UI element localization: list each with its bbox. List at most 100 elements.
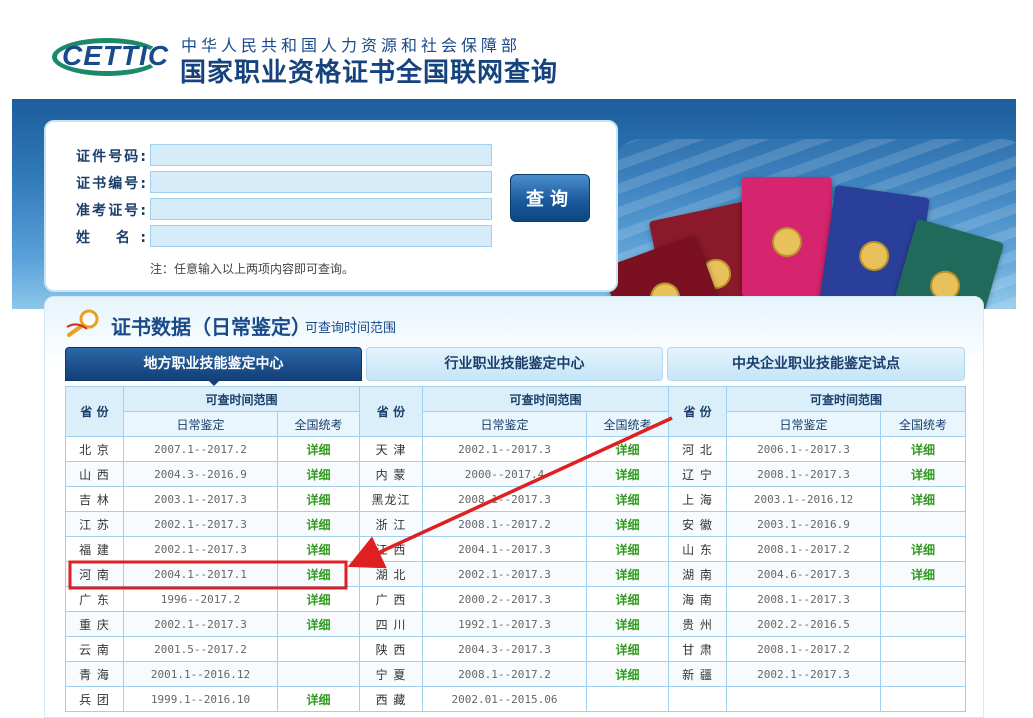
table-row: 江 苏 2002.1--2017.3 详细浙 江 2008.1--2017.2 详细安 …	[65, 511, 967, 537]
daily-range-cell: 2002.1--2017.3	[123, 536, 278, 562]
province-cell: 四 川	[359, 611, 424, 637]
daily-range-cell: 2008.1--2017.3	[726, 461, 882, 487]
detail-link[interactable]: 详细	[276, 686, 361, 712]
detail-link[interactable]: 详细	[880, 436, 967, 462]
detail-link[interactable]: 详细	[276, 511, 361, 537]
tab-central-enterprise[interactable]: 中央企业职业技能鉴定试点	[667, 347, 965, 381]
detail-link[interactable]: 详细	[880, 461, 967, 487]
site-header: CETTIC 中华人民共和国人力资源和社会保障部 国家职业资格证书全国联网查询	[0, 0, 1033, 100]
detail-link[interactable]: 详细	[276, 461, 361, 487]
province-cell: 甘 肃	[668, 636, 728, 662]
detail-link[interactable]: 详细	[586, 661, 670, 687]
daily-range-cell: 2002.1--2017.3	[123, 611, 278, 637]
daily-range-cell: 2002.1--2017.3	[422, 561, 588, 587]
national-exam-cell	[880, 661, 967, 687]
province-cell: 河 北	[668, 436, 728, 462]
national-header: 全国统考	[276, 411, 361, 437]
exam-number-input[interactable]	[150, 198, 492, 220]
province-cell	[668, 686, 728, 712]
daily-range-cell: 2008.1--2017.2	[726, 636, 882, 662]
query-button[interactable]: 查询	[510, 174, 590, 222]
daily-range-cell: 2008.1--2017.2	[422, 511, 588, 537]
detail-link[interactable]: 详细	[276, 561, 361, 587]
province-cell: 青 海	[65, 661, 124, 687]
name-input[interactable]	[150, 225, 492, 247]
daily-range-cell: 2008.1--2017.2	[422, 661, 588, 687]
province-cell: 内 蒙	[359, 461, 424, 487]
province-cell: 吉 林	[65, 486, 124, 512]
national-exam-cell	[586, 686, 670, 712]
detail-link[interactable]: 详细	[586, 486, 670, 512]
detail-link[interactable]: 详细	[586, 436, 670, 462]
name-row: 姓 名:	[76, 225, 496, 247]
province-cell: 北 京	[65, 436, 124, 462]
query-form: 证件号码: 证书编号: 准考证号: 姓 名: 查询 注：任意输入以上两项内容即可…	[44, 120, 618, 292]
detail-link[interactable]: 详细	[880, 486, 967, 512]
province-cell: 辽 宁	[668, 461, 728, 487]
daily-header: 日常鉴定	[726, 411, 882, 437]
national-exam-cell	[880, 611, 967, 637]
province-cell: 山 东	[668, 536, 728, 562]
emblem-icon	[856, 238, 891, 273]
detail-link[interactable]: 详细	[586, 636, 670, 662]
detail-link[interactable]: 详细	[276, 436, 361, 462]
province-cell: 湖 南	[668, 561, 728, 587]
detail-link[interactable]: 详细	[586, 586, 670, 612]
table-row: 兵 团 1999.1--2016.10 详细西 藏 2002.01--2015.06	[65, 686, 967, 712]
detail-link[interactable]: 详细	[880, 536, 967, 562]
province-header: 省 份	[65, 386, 124, 437]
detail-link[interactable]: 详细	[880, 561, 967, 587]
table-row: 福 建 2002.1--2017.3 详细江 西 2004.1--2017.3 详细山 …	[65, 536, 967, 562]
national-exam-cell	[880, 636, 967, 662]
province-cell: 天 津	[359, 436, 424, 462]
detail-link[interactable]: 详细	[276, 536, 361, 562]
cettic-logo[interactable]: CETTIC	[52, 36, 170, 80]
province-cell: 云 南	[65, 636, 124, 662]
daily-range-cell: 2006.1--2017.3	[726, 436, 882, 462]
daily-range-cell: 2007.1--2017.2	[123, 436, 278, 462]
province-cell: 湖 北	[359, 561, 424, 587]
detail-link[interactable]: 详细	[586, 536, 670, 562]
cert-number-input[interactable]	[150, 171, 492, 193]
daily-range-cell: 2003.1--2016.12	[726, 486, 882, 512]
certificate-data-panel: 证书数据（日常鉴定） 可查询时间范围 地方职业技能鉴定中心 行业职业技能鉴定中心…	[44, 296, 984, 718]
province-cell: 重 庆	[65, 611, 124, 637]
province-cell: 西 藏	[359, 686, 424, 712]
detail-link[interactable]: 详细	[276, 611, 361, 637]
table-row: 重 庆 2002.1--2017.3 详细四 川 1992.1--2017.3 详细贵 …	[65, 611, 967, 637]
daily-range-cell: 2000.2--2017.3	[422, 586, 588, 612]
daily-range-cell: 2002.1--2017.3	[123, 511, 278, 537]
province-cell: 黑龙江	[359, 486, 424, 512]
daily-range-cell: 2008.1--2017.2	[726, 536, 882, 562]
tab-local-center[interactable]: 地方职业技能鉴定中心	[65, 347, 362, 381]
table-header-row: 省 份 可查时间范围 省 份 可查时间范围 省 份 可查时间范围	[65, 386, 967, 437]
province-cell: 陕 西	[359, 636, 424, 662]
id-number-input[interactable]	[150, 144, 492, 166]
cert-number-row: 证书编号:	[76, 171, 496, 193]
daily-range-cell: 2001.5--2017.2	[123, 636, 278, 662]
detail-link[interactable]: 详细	[586, 561, 670, 587]
range-header: 可查时间范围	[422, 386, 670, 412]
table-subheader-row: 日常鉴定 全国统考 日常鉴定 全国统考 日常鉴定 全国统考	[66, 411, 967, 437]
table-row: 广 东 1996--2017.2 详细广 西 2000.2--2017.3 详细海 南2…	[65, 586, 967, 612]
detail-link[interactable]: 详细	[586, 511, 670, 537]
tab-industry-center[interactable]: 行业职业技能鉴定中心	[366, 347, 663, 381]
detail-link[interactable]: 详细	[586, 611, 670, 637]
table-row: 山 西 2004.3--2016.9 详细内 蒙 2000--2017.4 详细辽 宁2…	[65, 461, 967, 487]
panel-subtitle: 可查询时间范围	[305, 321, 397, 336]
daily-header: 日常鉴定	[422, 411, 588, 437]
province-header: 省 份	[359, 386, 424, 437]
detail-link[interactable]: 详细	[276, 486, 361, 512]
logo-text: CETTIC	[62, 40, 170, 71]
certificate-image	[742, 177, 832, 297]
national-exam-cell	[880, 511, 967, 537]
daily-range-cell: 2000--2017.4	[422, 461, 588, 487]
daily-range-cell: 2003.1--2016.9	[726, 511, 882, 537]
province-cell: 江 苏	[65, 511, 124, 537]
detail-link[interactable]: 详细	[276, 586, 361, 612]
daily-range-cell: 2008.1--2017.3	[726, 586, 882, 612]
detail-link[interactable]: 详细	[586, 461, 670, 487]
daily-range-cell: 2008.1--2017.3	[422, 486, 588, 512]
daily-range-cell: 2001.1--2016.12	[123, 661, 278, 687]
national-header: 全国统考	[586, 411, 670, 437]
